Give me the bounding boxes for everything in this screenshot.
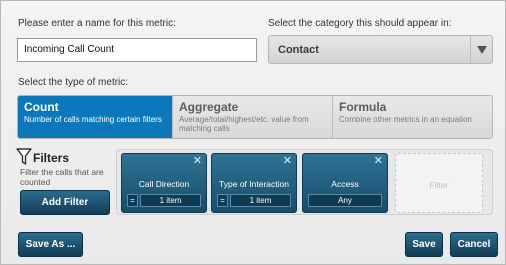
save-as-button[interactable]: Save As ...: [18, 232, 83, 257]
filter-card-title: Access: [331, 179, 359, 189]
chevron-down-icon: [477, 46, 487, 54]
close-icon[interactable]: ✕: [374, 155, 383, 167]
save-button[interactable]: Save: [405, 232, 443, 257]
tab-count-desc: Number of calls matching certain filters: [24, 115, 162, 124]
filter-card-value[interactable]: 1 item: [230, 194, 291, 207]
tab-count[interactable]: Count Number of calls matching certain f…: [18, 96, 172, 138]
filter-card-access[interactable]: ✕ Access Any: [302, 153, 388, 213]
filter-card-type-of-interaction[interactable]: ✕ Type of Interaction = 1 item: [211, 153, 297, 213]
cancel-button[interactable]: Cancel: [450, 232, 498, 257]
filter-card-title: Call Direction: [138, 179, 190, 189]
filter-card-value[interactable]: 1 item: [140, 194, 201, 207]
filter-card-call-direction[interactable]: ✕ Call Direction = 1 item: [121, 153, 207, 213]
metric-type-label: Select the type of metric:: [18, 77, 129, 88]
metric-dialog: Please enter a name for this metric: Inc…: [0, 0, 506, 265]
add-filter-button[interactable]: Add Filter: [20, 190, 110, 215]
tab-aggregate[interactable]: Aggregate Average/total/highest/etc. val…: [173, 96, 332, 138]
close-icon[interactable]: ✕: [193, 155, 202, 167]
metric-name-input[interactable]: Incoming Call Count: [17, 38, 257, 62]
filters-title: Filters: [33, 151, 70, 165]
filter-card-operator: =: [217, 194, 228, 207]
filter-card-value[interactable]: Any: [308, 194, 382, 207]
tab-aggregate-title: Aggregate: [179, 100, 239, 114]
filter-card-title: Type of Interaction: [219, 179, 289, 189]
tab-formula-title: Formula: [339, 100, 387, 114]
tab-formula[interactable]: Formula Combine other metrics in an equa…: [333, 96, 492, 138]
tab-count-title: Count: [24, 100, 59, 114]
category-selected-value: Contact: [278, 44, 319, 56]
tab-aggregate-desc: Average/total/highest/etc. value from ma…: [179, 115, 309, 133]
dropdown-arrow[interactable]: [470, 36, 492, 63]
category-select[interactable]: Contact: [268, 35, 493, 64]
metric-type-tabs: Count Number of calls matching certain f…: [17, 95, 493, 139]
category-label: Select the category this should appear i…: [268, 18, 452, 29]
filters-description: Filter the calls that are counted: [20, 167, 104, 187]
funnel-icon: [16, 148, 32, 165]
name-label: Please enter a name for this metric:: [18, 18, 176, 29]
close-icon[interactable]: ✕: [283, 155, 292, 167]
tab-formula-desc: Combine other metrics in an equation: [339, 115, 472, 124]
filter-placeholder-label: Filter: [429, 180, 449, 190]
filter-card-operator: =: [127, 194, 138, 207]
filter-placeholder-slot[interactable]: Filter: [395, 153, 483, 213]
